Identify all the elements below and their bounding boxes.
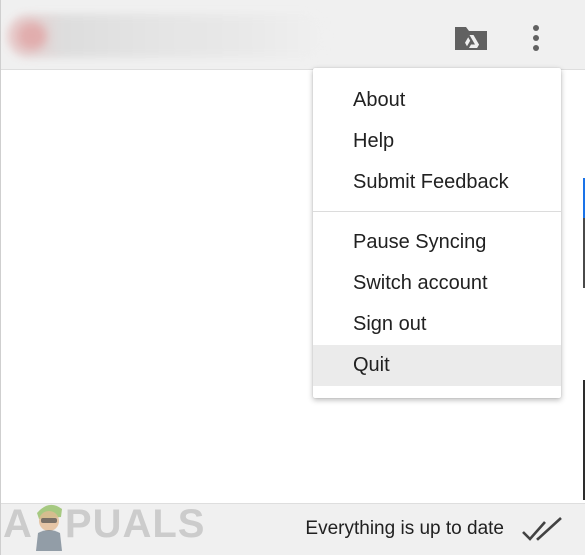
watermark-letter-a: A <box>3 502 33 546</box>
appuals-watermark-logo: A PUALS <box>3 493 205 553</box>
more-vertical-icon <box>533 25 539 51</box>
menu-item-switch-account[interactable]: Switch account <box>313 263 561 304</box>
menu-item-about[interactable]: About <box>313 80 561 121</box>
menu-item-submit-feedback[interactable]: Submit Feedback <box>313 162 561 203</box>
menu-item-sign-out[interactable]: Sign out <box>313 304 561 345</box>
double-check-icon <box>522 517 562 541</box>
header-bar <box>1 0 585 70</box>
open-drive-folder-button[interactable] <box>452 22 490 54</box>
more-options-button[interactable] <box>521 18 551 58</box>
menu-divider <box>313 211 561 212</box>
mascot-icon <box>35 504 62 551</box>
options-menu: About Help Submit Feedback Pause Syncing… <box>313 68 561 398</box>
menu-item-quit[interactable]: Quit <box>313 345 561 386</box>
avatar <box>17 22 47 50</box>
backup-sync-window: About Help Submit Feedback Pause Syncing… <box>0 0 585 555</box>
menu-item-help[interactable]: Help <box>313 121 561 162</box>
sync-status-text: Everything is up to date <box>305 518 504 539</box>
menu-item-pause-syncing[interactable]: Pause Syncing <box>313 222 561 263</box>
account-info-blurred <box>7 14 327 58</box>
watermark-letters: PUALS <box>64 502 206 546</box>
drive-folder-icon <box>455 27 487 50</box>
